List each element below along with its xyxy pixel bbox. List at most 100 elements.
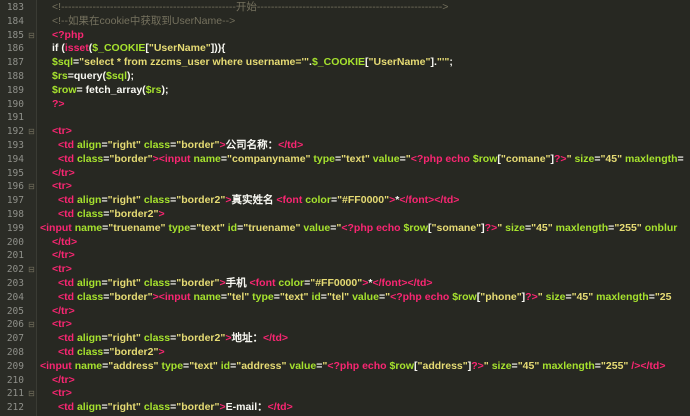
code-token: <?php echo xyxy=(410,152,473,165)
code-token: <tr> xyxy=(52,387,72,400)
fold-toggle-icon[interactable]: ⊟ xyxy=(28,29,35,43)
code-token: "#FF0000" xyxy=(337,194,390,207)
line-number: 205 xyxy=(6,305,24,317)
code-token: =query( xyxy=(67,69,106,82)
code-line[interactable]: 202 ⊟ <tr> xyxy=(0,263,690,277)
code-editor[interactable]: 183 <!-----------------------------------… xyxy=(0,0,690,416)
code-line[interactable]: 204 <td class="border"><input name="tel" … xyxy=(0,291,690,305)
code-token: <td xyxy=(58,332,77,345)
code-token: </td> xyxy=(262,332,289,345)
code-token: 手机 xyxy=(225,276,250,289)
code-token: "UserName" xyxy=(148,42,211,55)
code-token: id xyxy=(308,290,321,303)
fold-toggle-icon[interactable]: ⊟ xyxy=(28,263,35,277)
code-token: class xyxy=(140,401,171,414)
fold-toggle-icon[interactable]: ⊟ xyxy=(28,125,35,139)
line-text: <?php xyxy=(40,29,690,43)
code-token: size xyxy=(571,152,595,165)
code-token: "border" xyxy=(109,152,153,165)
code-line[interactable]: 207 <td align="right" class="border2">地址：… xyxy=(0,332,690,346)
code-token: $sql xyxy=(52,56,74,69)
code-line[interactable]: 201 </tr> xyxy=(0,249,690,263)
code-token: "tel" xyxy=(227,290,250,303)
code-token: "45" xyxy=(600,152,623,165)
line-text: <input name="truename" type="text" id="t… xyxy=(40,222,690,236)
code-token: $sql xyxy=(106,69,128,82)
code-token: "text" xyxy=(279,290,309,303)
line-text: <input name="address" type="text" id="ad… xyxy=(40,360,690,374)
code-line[interactable]: 183 <!-----------------------------------… xyxy=(0,1,690,15)
code-line[interactable]: 206 ⊟ <tr> xyxy=(0,318,690,332)
code-line[interactable]: 196 ⊟ <tr> xyxy=(0,180,690,194)
fold-toggle-icon[interactable]: ⊟ xyxy=(28,387,35,401)
code-line[interactable]: 203 <td align="right" class="border">手机 <… xyxy=(0,277,690,291)
code-token: <tr> xyxy=(52,180,72,193)
code-token: type xyxy=(310,152,336,165)
code-token: </tr> xyxy=(52,304,75,317)
code-line[interactable]: 184 <!--如果在cookie中获取到UserName--> xyxy=(0,15,690,29)
code-line[interactable]: 198 <td class="border2"> xyxy=(0,208,690,222)
code-token: align xyxy=(76,332,102,345)
code-line[interactable]: 190 ?> xyxy=(0,98,690,112)
code-token: </td> xyxy=(640,359,666,372)
code-token: value xyxy=(300,221,331,234)
code-token: ----------------------------------------… xyxy=(256,1,449,13)
code-token: "25 xyxy=(654,290,672,303)
code-token: maxlength xyxy=(622,152,678,165)
code-line[interactable]: 210 </tr> xyxy=(0,374,690,388)
code-line[interactable]: 195 </tr> xyxy=(0,167,690,181)
line-number: 207 xyxy=(6,333,24,345)
line-text: </tr> xyxy=(40,305,690,319)
code-area[interactable]: 183 <!-----------------------------------… xyxy=(0,1,690,416)
code-token: <td xyxy=(58,207,77,220)
code-token: value xyxy=(286,359,317,372)
code-line[interactable]: 208 <td class="border2"> xyxy=(0,346,690,360)
code-line[interactable]: 205 </tr> xyxy=(0,305,690,319)
code-token: <?php echo xyxy=(341,221,404,234)
code-line[interactable]: 212 <td align="right" class="border">E-ma… xyxy=(0,401,690,415)
code-line[interactable]: 211 ⊟ <tr> xyxy=(0,387,690,401)
line-text: ?> xyxy=(40,98,690,112)
line-number: 208 xyxy=(6,346,24,358)
line-number: 183 xyxy=(6,2,24,13)
code-token: "border2" xyxy=(109,345,159,358)
code-line[interactable]: 186 if (isset($_COOKIE["UserName"])){ xyxy=(0,42,690,56)
code-line[interactable]: 189 $row= fetch_array($rs); xyxy=(0,84,690,98)
code-token: $rs xyxy=(52,69,68,82)
code-token: > xyxy=(158,207,165,220)
code-line[interactable]: 187 $sql="select * from zzcms_user where … xyxy=(0,56,690,70)
code-token: "companyname" xyxy=(227,152,311,165)
code-token: "45" xyxy=(517,359,540,372)
code-token: id xyxy=(224,221,238,234)
code-token: ?> xyxy=(525,290,538,303)
code-line[interactable]: 185 ⊟ <?php xyxy=(0,29,690,43)
code-line[interactable]: 193 <td align="right" class="border">公司名称… xyxy=(0,139,690,153)
code-line[interactable]: 192 ⊟ <tr> xyxy=(0,125,690,139)
code-token: ?> xyxy=(484,221,498,234)
code-line[interactable]: 200 </td> xyxy=(0,236,690,250)
code-token: ); xyxy=(161,83,169,96)
fold-toggle-icon[interactable]: ⊟ xyxy=(28,180,35,194)
code-token: "comane" xyxy=(500,152,551,165)
code-line[interactable]: 209 <input name="address" type="text" id=… xyxy=(0,360,690,374)
code-line[interactable]: 194 <td class="border"><input name="compa… xyxy=(0,153,690,167)
code-token: "select * from zzcms_user where username… xyxy=(79,56,310,69)
code-token: "address" xyxy=(108,359,159,372)
code-token: size xyxy=(502,221,525,234)
code-token: $row xyxy=(52,83,77,96)
code-token: <?php echo xyxy=(390,290,453,303)
line-text: <td align="right" class="border">公司名称：</… xyxy=(40,139,690,153)
code-token: <input xyxy=(40,359,75,372)
code-token: /> xyxy=(628,359,641,372)
code-token: ])){ xyxy=(210,42,226,55)
code-line[interactable]: 197 <td align="right" class="border2">真实姓… xyxy=(0,194,690,208)
code-line[interactable]: 188 $rs=query($sql); xyxy=(0,70,690,84)
code-token: <tr> xyxy=(52,263,72,276)
code-token: type xyxy=(158,359,184,372)
fold-toggle-icon[interactable]: ⊟ xyxy=(28,318,35,332)
code-token: $_COOKIE xyxy=(92,42,146,55)
code-token: maxlength xyxy=(552,221,609,234)
code-line[interactable]: 191 xyxy=(0,111,690,125)
code-line[interactable]: 199 <input name="truename" type="text" id… xyxy=(0,222,690,236)
code-token: <font xyxy=(249,276,279,289)
